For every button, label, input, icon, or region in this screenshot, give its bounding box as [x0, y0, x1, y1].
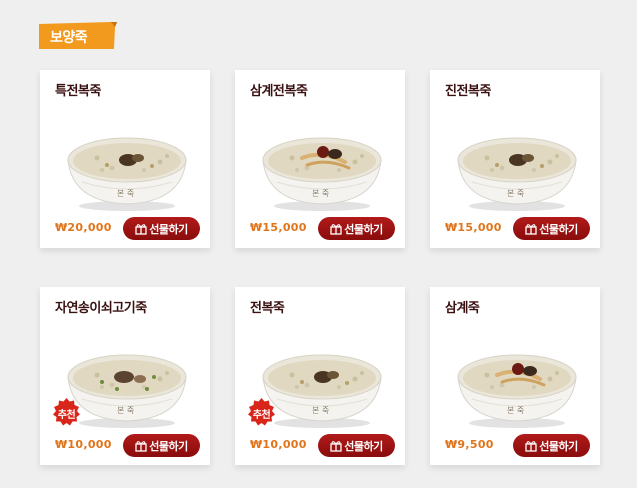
product-price: ₩15,000 [445, 221, 502, 234]
porridge-bowl-image[interactable]: 본 죽 [62, 110, 192, 212]
svg-text:본 죽: 본 죽 [312, 189, 329, 198]
product-price: ₩10,000 [250, 438, 307, 451]
recommend-badge-label: 추천 [57, 410, 76, 421]
porridge-bowl-image[interactable]: 본 죽 [452, 110, 582, 212]
gift-button[interactable]: 선물하기 [123, 434, 200, 457]
gift-icon [330, 440, 344, 452]
gift-icon [135, 223, 149, 235]
product-name[interactable]: 자연송이쇠고기죽 [55, 297, 147, 316]
gift-button-label: 선물하기 [539, 439, 578, 453]
product-card[interactable]: 특전복죽본 죽 ₩20,000 선물하기 [40, 70, 210, 248]
product-price: ₩9,500 [445, 438, 494, 451]
product-name[interactable]: 특전복죽 [55, 80, 101, 99]
recommend-badge: 추천 [247, 398, 276, 427]
product-name[interactable]: 삼계전복죽 [250, 80, 308, 99]
svg-text:본 죽: 본 죽 [507, 189, 524, 198]
svg-text:본 죽: 본 죽 [507, 406, 524, 415]
gift-button[interactable]: 선물하기 [318, 217, 395, 240]
product-price: ₩20,000 [55, 221, 112, 234]
product-card[interactable]: 전복죽본 죽 추천 ₩10,000 선물하기 [235, 287, 405, 465]
product-card[interactable]: 삼계전복죽본 죽 ₩15,000 선물하기 [235, 70, 405, 248]
porridge-bowl-image[interactable]: 본 죽 [62, 327, 192, 429]
porridge-bowl-image[interactable]: 본 죽 [257, 327, 387, 429]
svg-text:본 죽: 본 죽 [312, 406, 329, 415]
gift-icon [525, 223, 539, 235]
product-price: ₩15,000 [250, 221, 307, 234]
gift-icon [525, 440, 539, 452]
product-name[interactable]: 진전복죽 [445, 80, 491, 99]
gift-button-label: 선물하기 [149, 222, 188, 236]
gift-button[interactable]: 선물하기 [513, 217, 590, 240]
recommend-badge: 추천 [52, 398, 81, 427]
gift-button[interactable]: 선물하기 [123, 217, 200, 240]
product-price: ₩10,000 [55, 438, 112, 451]
svg-text:본 죽: 본 죽 [117, 189, 134, 198]
svg-text:본 죽: 본 죽 [117, 406, 134, 415]
gift-icon [330, 223, 344, 235]
product-name[interactable]: 전복죽 [250, 297, 285, 316]
product-name[interactable]: 삼계죽 [445, 297, 480, 316]
product-card[interactable]: 자연송이쇠고기죽본 죽 추천 ₩10,000 선물하기 [40, 287, 210, 465]
gift-button[interactable]: 선물하기 [318, 434, 395, 457]
porridge-bowl-image[interactable]: 본 죽 [257, 110, 387, 212]
gift-button-label: 선물하기 [344, 222, 383, 236]
gift-button[interactable]: 선물하기 [513, 434, 590, 457]
porridge-bowl-image[interactable]: 본 죽 [452, 327, 582, 429]
recommend-badge-label: 추천 [252, 410, 271, 421]
gift-button-label: 선물하기 [344, 439, 383, 453]
product-grid: 특전복죽 본 죽 ₩20,000 선물하기 삼계전복죽 본 죽 ₩15,000 선물하기 진전복… [0, 0, 637, 488]
product-card[interactable]: 삼계죽본 죽 ₩9,500 선물하기 [430, 287, 600, 465]
gift-button-label: 선물하기 [539, 222, 578, 236]
gift-icon [135, 440, 149, 452]
gift-button-label: 선물하기 [149, 439, 188, 453]
product-card[interactable]: 진전복죽본 죽 ₩15,000 선물하기 [430, 70, 600, 248]
